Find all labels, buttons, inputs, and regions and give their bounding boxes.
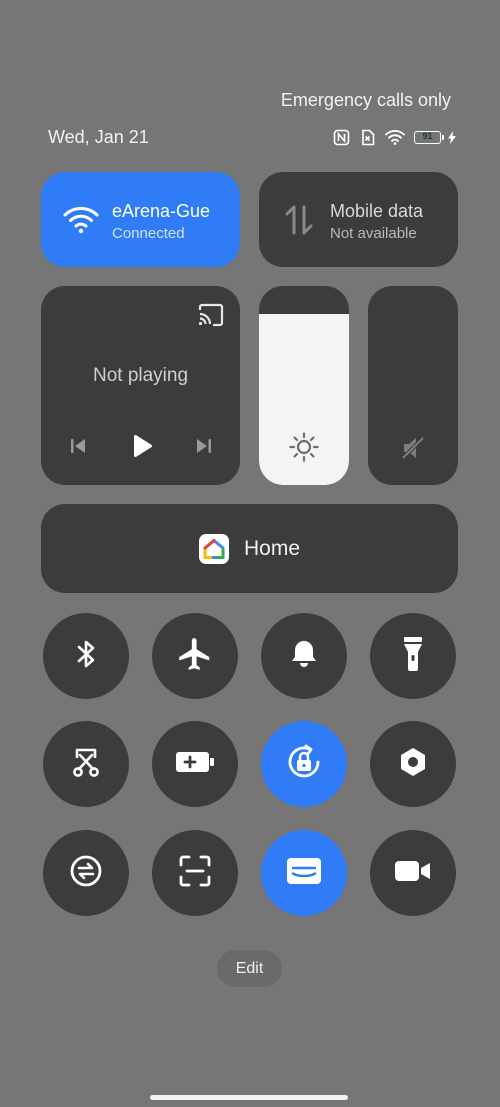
home-label: Home	[243, 536, 301, 560]
data-sync-toggle[interactable]	[43, 830, 129, 916]
media-player-tile[interactable]: Not playing	[41, 286, 240, 485]
bluetooth-toggle[interactable]	[43, 613, 129, 699]
bell-icon	[289, 638, 319, 675]
media-controls	[41, 431, 240, 461]
charging-icon	[448, 130, 456, 144]
nfc-icon	[333, 129, 350, 146]
wifi-tile[interactable]: eArena-Gue Connected	[41, 172, 240, 267]
carrier-status-text: Emergency calls only	[280, 90, 451, 110]
ringer-toggle[interactable]	[261, 613, 347, 699]
bluetooth-icon	[73, 638, 99, 675]
airplane-icon	[176, 635, 214, 678]
wifi-network-name: eArena-Gue	[112, 201, 211, 221]
scissors-icon	[69, 745, 103, 784]
battery-saver-icon	[175, 750, 215, 779]
cast-icon[interactable]	[197, 303, 225, 332]
battery-level: 91	[422, 130, 433, 141]
battery-saver-toggle[interactable]	[152, 721, 238, 807]
screen-recorder-toggle[interactable]	[370, 830, 456, 916]
scan-icon	[178, 854, 212, 893]
google-home-icon	[198, 533, 229, 564]
status-icons: 91	[333, 126, 456, 148]
wallet-icon	[286, 856, 322, 891]
rotation-lock-icon	[285, 743, 323, 786]
media-status: Not playing	[92, 365, 189, 386]
hexagon-icon	[397, 746, 429, 783]
flashlight-icon	[402, 636, 424, 677]
gesture-nav-bar[interactable]	[150, 1095, 348, 1100]
sync-icon	[68, 853, 104, 894]
edit-button[interactable]: Edit	[217, 950, 282, 987]
volume-muted-icon	[368, 435, 458, 461]
rotation-lock-toggle[interactable]	[261, 721, 347, 807]
home-tile[interactable]: Home	[41, 504, 458, 593]
volume-slider[interactable]	[368, 286, 458, 485]
previous-track-icon[interactable]	[63, 431, 93, 461]
wifi-status: Connected	[112, 225, 185, 242]
no-sim-icon	[359, 129, 376, 146]
mobile-data-icon	[281, 202, 317, 238]
brightness-slider[interactable]	[259, 286, 349, 485]
mobile-data-tile[interactable]: Mobile data Not available	[259, 172, 458, 267]
wifi-icon	[385, 129, 405, 145]
date-label: Wed, Jan 21	[48, 127, 149, 147]
wifi-icon	[63, 202, 99, 238]
mobile-data-status: Not available	[330, 225, 417, 242]
screenshot-toggle[interactable]	[43, 721, 129, 807]
battery-icon: 91	[414, 130, 444, 144]
mobile-data-title: Mobile data	[330, 201, 424, 221]
play-icon[interactable]	[126, 431, 156, 461]
next-track-icon[interactable]	[189, 431, 219, 461]
brightness-icon	[259, 431, 349, 463]
scanner-toggle[interactable]	[152, 830, 238, 916]
airplane-mode-toggle[interactable]	[152, 613, 238, 699]
video-icon	[394, 859, 432, 888]
flashlight-toggle[interactable]	[370, 613, 456, 699]
wallet-toggle[interactable]	[261, 830, 347, 916]
settings-shortcut-toggle[interactable]	[370, 721, 456, 807]
